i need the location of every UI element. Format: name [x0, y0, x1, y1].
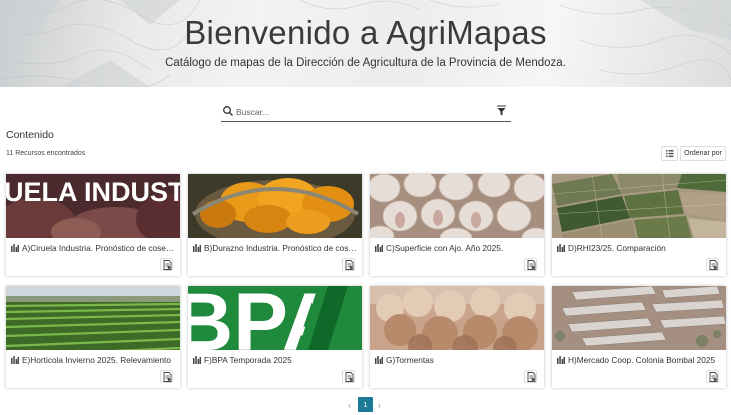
page-title: Bienvenido a AgriMapas	[184, 14, 547, 51]
map-icon	[557, 244, 565, 252]
filter-icon[interactable]	[496, 105, 507, 117]
card-thumbnail	[552, 174, 726, 238]
detail-icon	[345, 260, 354, 270]
prev-page-button[interactable]: ‹	[348, 401, 351, 410]
map-icon	[557, 356, 565, 364]
card-title[interactable]: C)Superficie con Ajo. Año 2025.	[375, 243, 539, 253]
content-heading: Contenido	[6, 129, 54, 141]
resource-card[interactable]: D)RHI23/25. Comparación	[552, 174, 726, 276]
search-icon[interactable]	[222, 105, 234, 117]
card-title[interactable]: A)Ciruela Industria. Pronóstico de cosec…	[11, 243, 175, 253]
card-thumbnail: BPA	[188, 286, 362, 350]
card-thumbnail	[370, 174, 544, 238]
resource-card[interactable]: BPA F)BPA Temporada 2025	[188, 286, 362, 388]
page-subtitle: Catálogo de mapas de la Dirección de Agr…	[165, 57, 566, 69]
card-title[interactable]: F)BPA Temporada 2025	[193, 355, 357, 365]
list-view-icon	[666, 150, 674, 158]
detail-icon	[527, 260, 536, 270]
order-by-button[interactable]: Ordenar por	[680, 146, 726, 161]
detail-icon	[527, 372, 536, 382]
card-title[interactable]: H)Mercado Coop. Colonia Bombal 2025	[557, 355, 721, 365]
resource-card[interactable]: B)Durazno Industria. Pronóstico de cosec…	[188, 174, 362, 276]
card-thumbnail	[188, 174, 362, 238]
next-page-button[interactable]: ›	[378, 401, 381, 410]
detail-button[interactable]	[706, 258, 719, 271]
page-1-button[interactable]: 1	[358, 397, 373, 412]
resource-card[interactable]: C)Superficie con Ajo. Año 2025.	[370, 174, 544, 276]
detail-button[interactable]	[706, 370, 719, 383]
detail-icon	[345, 372, 354, 382]
detail-icon	[163, 372, 172, 382]
card-thumbnail	[6, 286, 180, 350]
detail-button[interactable]	[160, 370, 173, 383]
thumb-text: UELA INDUST	[6, 177, 180, 207]
results-count: 11 Recursos encontrados	[6, 150, 86, 157]
card-thumbnail: UELA INDUST	[6, 174, 180, 238]
map-icon	[375, 356, 383, 364]
map-icon	[11, 356, 19, 364]
card-thumbnail	[370, 286, 544, 350]
detail-icon	[709, 260, 718, 270]
card-title[interactable]: D)RHI23/25. Comparación	[557, 243, 721, 253]
card-thumbnail	[552, 286, 726, 350]
map-icon	[375, 244, 383, 252]
search-input[interactable]	[236, 104, 491, 119]
hero-banner: Bienvenido a AgriMapas Catálogo de mapas…	[0, 0, 731, 87]
detail-icon	[163, 260, 172, 270]
detail-button[interactable]	[342, 258, 355, 271]
map-icon	[11, 244, 19, 252]
resource-card[interactable]: UELA INDUST A)Ciruela Industria. Pronóst…	[6, 174, 180, 276]
detail-button[interactable]	[524, 258, 537, 271]
detail-icon	[709, 372, 718, 382]
detail-button[interactable]	[342, 370, 355, 383]
list-view-button[interactable]	[661, 146, 678, 161]
detail-button[interactable]	[524, 370, 537, 383]
card-title[interactable]: E)Horticola Invierno 2025. Relevamiento	[11, 355, 175, 365]
card-title[interactable]: G)Tormentas	[375, 355, 539, 365]
resource-card[interactable]: G)Tormentas	[370, 286, 544, 388]
resource-card[interactable]: E)Horticola Invierno 2025. Relevamiento	[6, 286, 180, 388]
detail-button[interactable]	[160, 258, 173, 271]
map-icon	[193, 244, 201, 252]
map-icon	[193, 356, 201, 364]
search-bar	[221, 102, 511, 122]
resource-card[interactable]: H)Mercado Coop. Colonia Bombal 2025	[552, 286, 726, 388]
card-title[interactable]: B)Durazno Industria. Pronóstico de cosec…	[193, 243, 357, 253]
